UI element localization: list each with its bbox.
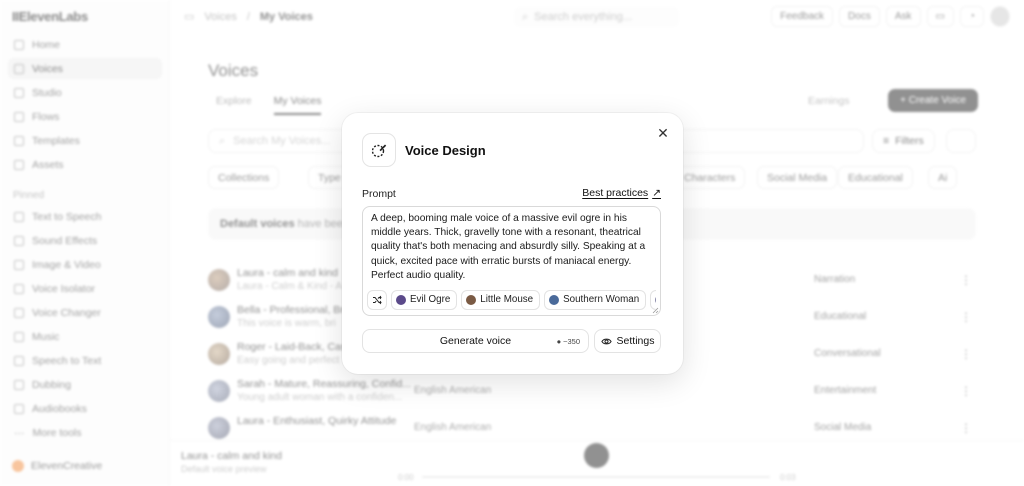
close-icon[interactable]: ✕ <box>655 125 671 141</box>
dialog-title: Voice Design <box>405 143 486 158</box>
suggestion-avatar <box>655 294 656 305</box>
voice-design-dialog: ✕ Voice Design Prompt Best practices ↗ A… <box>342 113 683 374</box>
best-practices-link[interactable]: Best practices ↗ <box>582 187 661 199</box>
prompt-label: Prompt <box>362 188 396 200</box>
credits-badge: ● ~350 <box>556 337 580 346</box>
suggestion-little-mouse[interactable]: Little Mouse <box>461 289 541 310</box>
suggestion-avatar <box>466 294 477 305</box>
arrow-up-right-icon: ↗ <box>652 187 661 199</box>
suggestion-avatar <box>396 294 406 305</box>
prompt-text: A deep, booming male voice of a massive … <box>371 213 646 281</box>
suggestion-southern-woman[interactable]: Southern Woman <box>544 289 647 310</box>
settings-button[interactable]: Settings <box>594 329 661 353</box>
suggestion-avatar <box>549 294 560 305</box>
eye-icon <box>600 338 612 344</box>
shuffle-icon[interactable] <box>367 289 387 310</box>
suggestion-evil-ogre[interactable]: Evil Ogre <box>391 289 458 310</box>
prompt-textarea[interactable]: A deep, booming male voice of a massive … <box>362 206 661 316</box>
credit-icon: ● <box>556 337 562 346</box>
generate-voice-button[interactable]: Generate voice ● ~350 <box>362 329 589 353</box>
prompt-suggestions: Evil Ogre Little Mouse Southern Woman › <box>367 289 656 310</box>
voice-design-icon <box>362 133 396 167</box>
suggestion-more[interactable]: › <box>650 289 656 310</box>
